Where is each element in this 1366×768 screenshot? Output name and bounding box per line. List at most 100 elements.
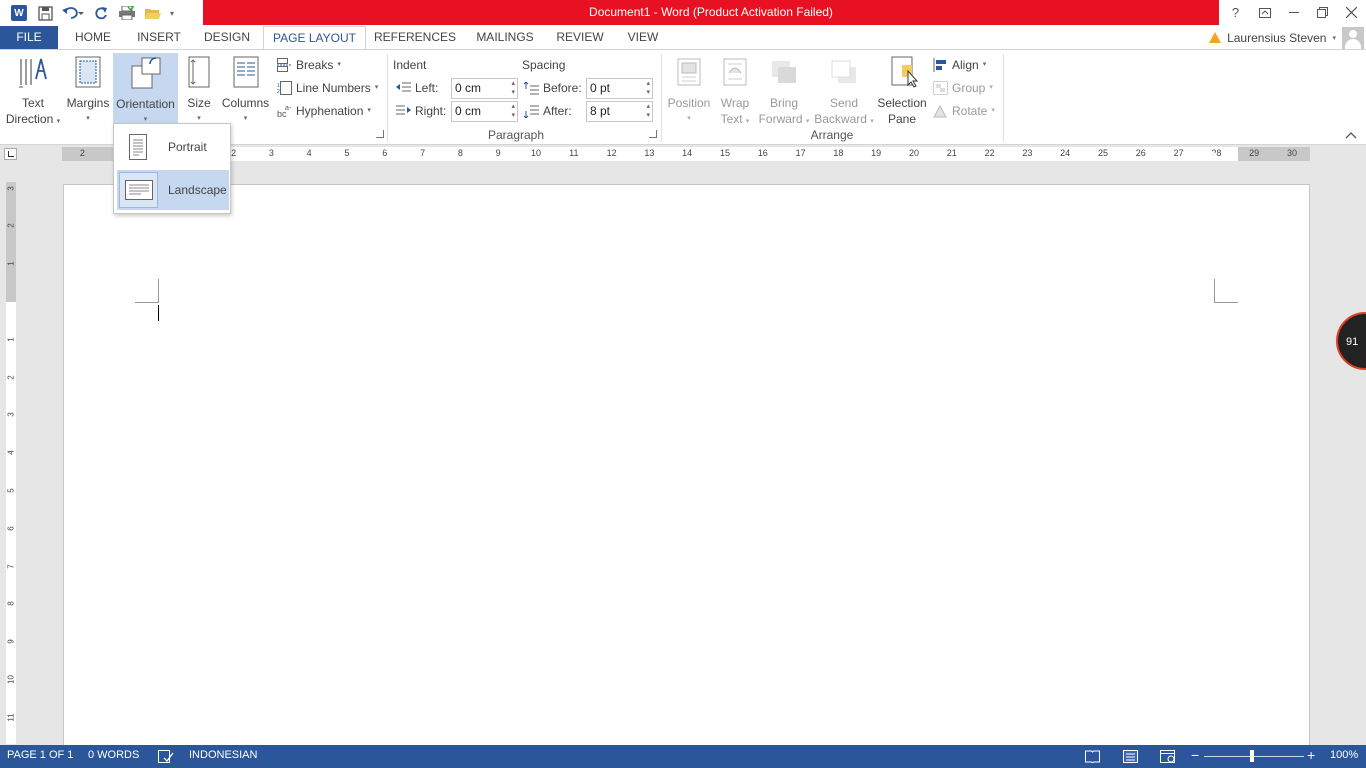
ruler-number: 17 bbox=[795, 148, 806, 158]
menu-item-portrait[interactable]: Portrait bbox=[117, 127, 229, 167]
chevron-down-icon: ▾ bbox=[1332, 34, 1336, 42]
indent-left-label-wrap: Left: bbox=[396, 81, 438, 95]
floating-counter-badge[interactable]: 91 bbox=[1336, 312, 1366, 370]
wrap-text-label-2: Text bbox=[720, 112, 743, 126]
collapse-ribbon-icon[interactable] bbox=[1345, 128, 1357, 139]
ruler-number: 12 bbox=[606, 148, 617, 158]
chevron-down-icon: ▾ bbox=[374, 84, 379, 91]
chevron-down-icon: ▾ bbox=[56, 118, 61, 125]
tab-design[interactable]: DESIGN bbox=[196, 26, 258, 49]
breaks-label: Breaks bbox=[296, 58, 334, 72]
document-page[interactable] bbox=[63, 184, 1310, 746]
tab-mailings[interactable]: MAILINGS bbox=[468, 26, 542, 49]
ribbon-display-options-icon[interactable] bbox=[1250, 0, 1279, 25]
svg-text:a-: a- bbox=[285, 105, 292, 112]
group-separator bbox=[661, 54, 662, 142]
send-backward-label-1: Send bbox=[829, 96, 859, 110]
size-button[interactable]: Size ▾ bbox=[180, 52, 218, 126]
tab-page-layout[interactable]: PAGE LAYOUT bbox=[263, 26, 366, 50]
page-count[interactable]: PAGE 1 OF 1 bbox=[7, 749, 73, 761]
zoom-slider-thumb[interactable] bbox=[1250, 750, 1254, 762]
ruler-number: 6 bbox=[6, 526, 16, 531]
size-icon bbox=[183, 55, 215, 89]
zoom-level[interactable]: 100% bbox=[1330, 749, 1358, 761]
minimize-icon[interactable] bbox=[1279, 0, 1308, 25]
chevron-down-icon: ▾ bbox=[86, 115, 90, 122]
restore-icon[interactable] bbox=[1308, 0, 1337, 25]
position-button[interactable]: Position ▾ bbox=[664, 52, 714, 126]
status-bar: PAGE 1 OF 1 0 WORDS INDONESIAN − + 100% bbox=[0, 745, 1366, 768]
line-numbers-button[interactable]: 12 Line Numbers ▾ bbox=[277, 78, 378, 98]
menu-item-landscape[interactable]: Landscape bbox=[117, 170, 229, 210]
breaks-button[interactable]: Breaks ▾ bbox=[277, 55, 341, 75]
badge-value: 91 bbox=[1346, 336, 1359, 348]
align-button[interactable]: Align ▾ bbox=[933, 55, 986, 75]
rotate-icon bbox=[933, 104, 947, 118]
selection-pane-button[interactable]: Selection Pane bbox=[876, 52, 928, 126]
right-indent-marker[interactable] bbox=[1209, 152, 1219, 160]
spacing-after-input[interactable]: 8 pt bbox=[586, 101, 653, 122]
close-icon[interactable] bbox=[1337, 0, 1366, 25]
indent-right-label: Right: bbox=[415, 104, 447, 118]
paragraph-launcher-icon[interactable] bbox=[649, 130, 657, 138]
ruler-number: 11 bbox=[569, 148, 579, 158]
group-label: Group bbox=[952, 81, 986, 95]
print-icon[interactable] bbox=[114, 2, 140, 24]
send-backward-button[interactable]: Send Backward ▾ bbox=[812, 52, 876, 126]
rotate-button[interactable]: Rotate ▾ bbox=[933, 101, 995, 121]
spacing-heading: Spacing bbox=[522, 58, 566, 72]
orientation-button[interactable]: Orientation ▾ bbox=[113, 53, 178, 125]
read-mode-icon[interactable] bbox=[1085, 750, 1100, 763]
ribbon-tabs: FILE HOME INSERT DESIGN PAGE LAYOUT REFE… bbox=[0, 26, 1366, 50]
web-layout-icon[interactable] bbox=[1160, 750, 1176, 763]
avatar bbox=[1342, 26, 1364, 49]
tab-view[interactable]: VIEW bbox=[618, 26, 668, 49]
selection-pane-icon bbox=[886, 55, 919, 89]
tab-file[interactable]: FILE bbox=[0, 26, 58, 49]
columns-button[interactable]: Columns ▾ bbox=[219, 52, 272, 126]
chevron-down-icon: ▾ bbox=[989, 84, 993, 91]
align-label: Align bbox=[952, 58, 979, 72]
proofing-icon[interactable] bbox=[158, 750, 174, 763]
send-backward-label-2: Backward bbox=[814, 112, 867, 126]
tab-review[interactable]: REVIEW bbox=[551, 26, 609, 49]
print-layout-icon[interactable] bbox=[1123, 750, 1138, 763]
ruler-number: 5 bbox=[344, 148, 350, 158]
word-app-icon[interactable]: W bbox=[6, 2, 32, 24]
spacing-before-input[interactable]: 0 pt bbox=[586, 78, 653, 99]
chevron-down-icon: ▾ bbox=[687, 115, 691, 122]
tab-insert[interactable]: INSERT bbox=[130, 26, 188, 49]
chevron-down-icon: ▾ bbox=[991, 107, 995, 114]
tab-references[interactable]: REFERENCES bbox=[372, 26, 458, 49]
undo-icon[interactable] bbox=[58, 2, 88, 24]
margins-button[interactable]: Margins ▾ bbox=[64, 52, 112, 126]
horizontal-ruler[interactable]: 2112345678910111213141516171819202122232… bbox=[62, 147, 1310, 161]
text-direction-button[interactable]: Text Direction ▾ bbox=[2, 52, 64, 126]
open-folder-icon[interactable] bbox=[140, 2, 166, 24]
indent-left-icon bbox=[396, 82, 411, 92]
arrange-group-label: Arrange bbox=[810, 128, 854, 142]
group-button[interactable]: Group ▾ bbox=[933, 78, 993, 98]
quick-access-toolbar: W ▾ bbox=[6, 2, 178, 24]
save-icon[interactable] bbox=[32, 2, 58, 24]
customize-qat-icon[interactable]: ▾ bbox=[166, 2, 178, 24]
help-icon[interactable]: ? bbox=[1221, 0, 1250, 25]
spacing-after-label-wrap: After: bbox=[524, 104, 572, 118]
word-count[interactable]: 0 WORDS bbox=[88, 749, 139, 761]
zoom-slider[interactable] bbox=[1204, 756, 1304, 757]
tab-home[interactable]: HOME bbox=[66, 26, 120, 49]
language-indicator[interactable]: INDONESIAN bbox=[189, 749, 257, 761]
hyphenation-button[interactable]: bc a- Hyphenation ▾ bbox=[277, 101, 371, 121]
tab-selector[interactable] bbox=[4, 148, 17, 160]
wrap-text-label-1: Wrap bbox=[720, 96, 750, 110]
page-setup-launcher-icon[interactable] bbox=[376, 130, 384, 138]
zoom-out-button[interactable]: − bbox=[1191, 747, 1199, 763]
indent-right-input[interactable]: 0 cm bbox=[451, 101, 518, 122]
redo-icon[interactable] bbox=[88, 2, 114, 24]
bring-forward-button[interactable]: Bring Forward ▾ bbox=[757, 52, 811, 126]
wrap-text-button[interactable]: Wrap Text ▾ bbox=[714, 52, 756, 126]
zoom-in-button[interactable]: + bbox=[1307, 747, 1315, 763]
vertical-ruler[interactable]: 3 2 1 1 2 3 4 5 6 7 8 9 10 11 bbox=[6, 182, 16, 744]
user-account[interactable]: Laurensius Steven ▾ bbox=[1209, 26, 1366, 49]
indent-left-input[interactable]: 0 cm bbox=[451, 78, 518, 99]
